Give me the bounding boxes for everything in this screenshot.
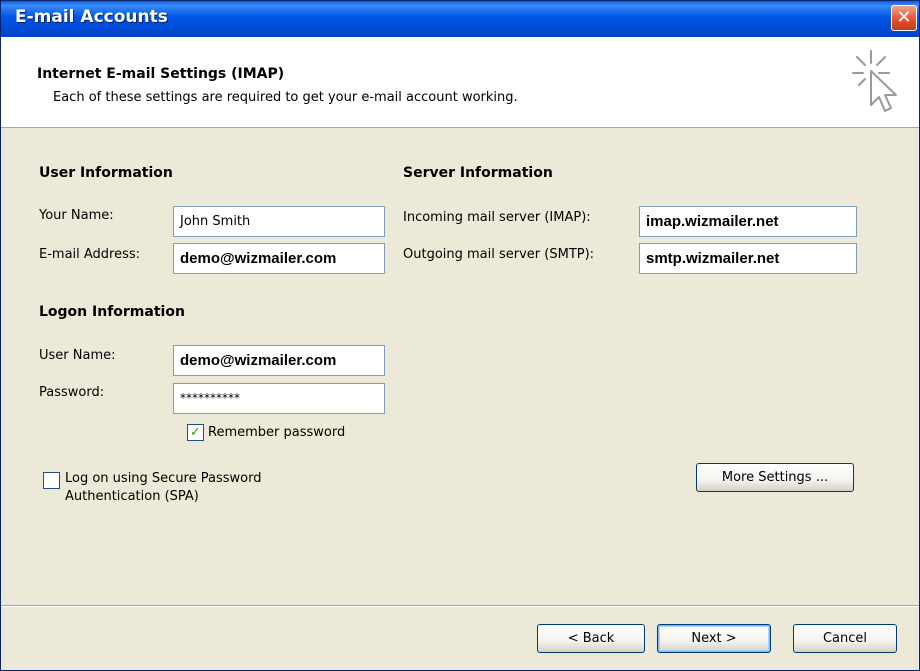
your-name-field[interactable]: John Smith [173,206,385,237]
checkmark-icon: ✓ [190,425,201,440]
footer-divider [1,605,919,607]
password-label: Password: [39,385,105,400]
close-icon: ✕ [896,7,912,28]
window-title: E-mail Accounts [15,7,168,27]
back-button[interactable]: < Back [537,624,645,653]
outgoing-server-label: Outgoing mail server (SMTP): [403,247,595,262]
incoming-server-field[interactable]: imap.wizmailer.net [639,206,857,237]
spa-label-line2[interactable]: Authentication (SPA) [65,489,199,504]
logon-information-heading: Logon Information [39,304,185,320]
user-name-label: User Name: [39,348,116,363]
spa-checkbox[interactable] [43,472,60,489]
close-button[interactable]: ✕ [891,5,917,31]
header-title: Internet E-mail Settings (IMAP) [37,66,285,82]
email-address-label: E-mail Address: [39,247,141,262]
more-settings-button[interactable]: More Settings ... [696,463,854,492]
user-name-field[interactable]: demo@wizmailer.com [173,345,385,376]
next-button[interactable]: Next > [657,624,771,653]
spa-label-line1[interactable]: Log on using Secure Password [65,471,261,486]
server-information-heading: Server Information [403,165,553,181]
user-information-heading: User Information [39,165,173,181]
header-subtitle: Each of these settings are required to g… [53,90,518,105]
incoming-server-label: Incoming mail server (IMAP): [403,210,591,225]
outgoing-server-field[interactable]: smtp.wizmailer.net [639,243,857,274]
password-field[interactable]: ********** [173,383,385,414]
wizard-header: Internet E-mail Settings (IMAP) Each of … [1,37,919,128]
cancel-button[interactable]: Cancel [793,624,897,653]
title-bar[interactable]: E-mail Accounts ✕ [1,1,919,37]
cursor-sparkle-icon [852,50,897,112]
email-accounts-window: E-mail Accounts ✕ Internet E-mail Settin… [0,0,920,671]
your-name-label: Your Name: [39,208,114,223]
remember-password-label[interactable]: Remember password [208,425,345,440]
email-address-field[interactable]: demo@wizmailer.com [173,243,385,274]
remember-password-checkbox[interactable]: ✓ [187,424,204,441]
